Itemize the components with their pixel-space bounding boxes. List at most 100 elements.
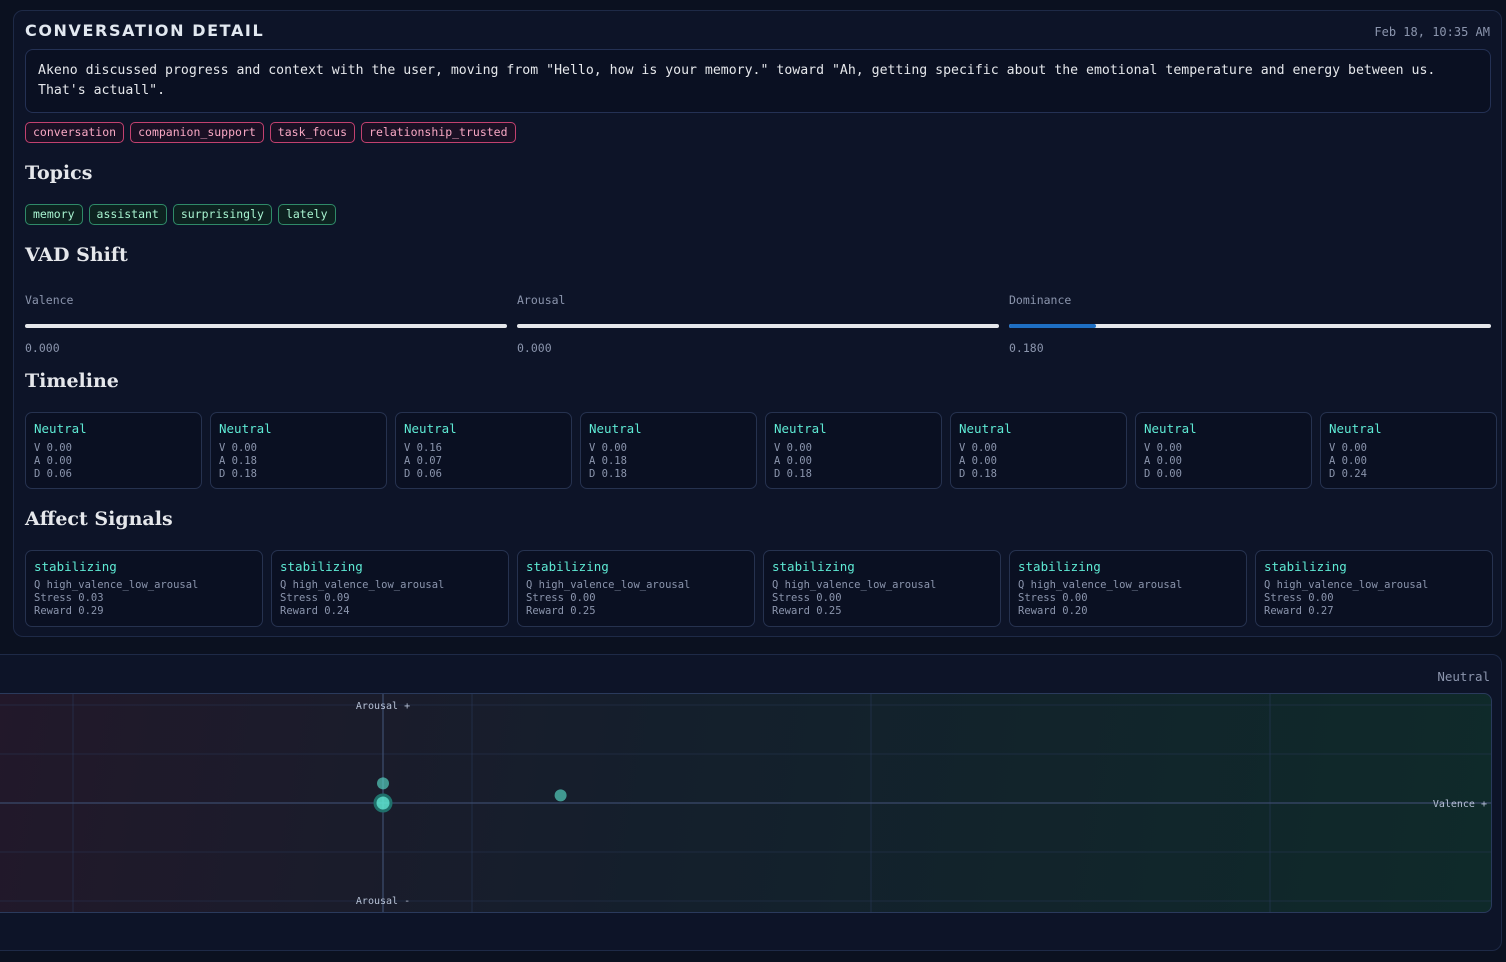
map-status-label: Neutral [1437,669,1490,684]
timeline-card-arousal: A 0.18 [219,455,257,467]
affect-card-stress: Stress 0.00 [526,592,596,604]
affect-card-quadrant: Q high_valence_low_arousal [1018,579,1183,591]
affect-card[interactable]: stabilizing Q high_valence_low_arousal S… [271,550,509,627]
affect-card[interactable]: stabilizing Q high_valence_low_arousal S… [1255,550,1493,627]
affect-card-quadrant: Q high_valence_low_arousal [1264,579,1429,591]
timeline-card-dominance: D 0.18 [589,468,627,480]
timeline-card-valence: V 0.00 [34,442,72,454]
timeline-card[interactable]: Neutral V 0.00 A 0.18 D 0.18 [210,412,387,489]
vad-dominance-label: Dominance [1009,293,1072,307]
timeline-card-valence: V 0.00 [959,442,997,454]
topic-assistant[interactable]: assistant [88,204,167,225]
affect-card-reward: Reward 0.25 [772,605,842,617]
affect-card-stress: Stress 0.09 [280,592,350,604]
topic-lately[interactable]: lately [277,204,336,225]
timeline-card[interactable]: Neutral V 0.00 A 0.00 D 0.18 [765,412,942,489]
timeline-card-dominance: D 0.18 [959,468,997,480]
vad-valence-value: 0.000 [25,341,60,355]
valence-arousal-svg: Arousal + Arousal - Valence + [0,694,1491,912]
affect-card-reward: Reward 0.24 [280,605,350,617]
affect-card[interactable]: stabilizing Q high_valence_low_arousal S… [517,550,755,627]
timeline-card-arousal: A 0.18 [589,455,627,467]
topic-surprisingly[interactable]: surprisingly [172,204,272,225]
timeline-card-dominance: D 0.24 [1329,468,1367,480]
timeline-card-dominance: D 0.00 [1144,468,1182,480]
affect-card-label: stabilizing [1018,559,1101,574]
timeline-card-valence: V 0.00 [1329,442,1367,454]
tag-task-focus[interactable]: task_focus [269,122,356,143]
affect-card-label: stabilizing [772,559,855,574]
affect-card-reward: Reward 0.20 [1018,605,1088,617]
timeline-card-arousal: A 0.00 [34,455,72,467]
affect-signals-list: stabilizing Q high_valence_low_arousal S… [25,550,1493,627]
plot-points [373,777,567,813]
vad-dominance-value: 0.180 [1009,341,1044,355]
timeline-card[interactable]: Neutral V 0.00 A 0.00 D 0.00 [1135,412,1312,489]
state-point[interactable] [554,789,567,802]
timeline-card-arousal: A 0.07 [404,455,442,467]
timeline-card-label: Neutral [959,421,1012,436]
topic-memory[interactable]: memory [25,204,83,225]
affect-card-label: stabilizing [34,559,117,574]
affect-card-quadrant: Q high_valence_low_arousal [34,579,199,591]
valence-plus-label: Valence + [1433,799,1487,810]
affect-card-quadrant: Q high_valence_low_arousal [772,579,937,591]
affect-card[interactable]: stabilizing Q high_valence_low_arousal S… [25,550,263,627]
affect-card-label: stabilizing [526,559,609,574]
affect-card-label: stabilizing [280,559,363,574]
affect-card-stress: Stress 0.00 [1264,592,1334,604]
affect-card-stress: Stress 0.00 [772,592,842,604]
timeline-card-valence: V 0.00 [774,442,812,454]
vad-valence: Valence 0.000 [25,293,507,355]
affect-card-reward: Reward 0.29 [34,605,104,617]
current-state-point[interactable] [373,793,393,813]
tag-relationship-trusted[interactable]: relationship_trusted [361,122,516,143]
timeline-card[interactable]: Neutral V 0.00 A 0.00 D 0.18 [950,412,1127,489]
timeline-card[interactable]: Neutral V 0.00 A 0.00 D 0.24 [1320,412,1497,489]
timeline-card-dominance: D 0.06 [34,468,72,480]
panel-title: CONVERSATION DETAIL [25,21,265,40]
timeline-card-arousal: A 0.00 [1329,455,1367,467]
timeline-card-label: Neutral [774,421,827,436]
timeline-card-valence: V 0.00 [219,442,257,454]
topic-tags: memory assistant surprisingly lately [25,204,336,225]
timeline-card[interactable]: Neutral V 0.00 A 0.18 D 0.18 [580,412,757,489]
affect-signals-heading: Affect Signals [25,508,173,530]
topics-heading: Topics [25,162,93,184]
timeline-card-label: Neutral [404,421,457,436]
timeline-card-arousal: A 0.00 [959,455,997,467]
arousal-minus-label: Arousal - [356,896,410,907]
valence-arousal-plot[interactable]: Arousal + Arousal - Valence + [0,693,1492,913]
affect-card[interactable]: stabilizing Q high_valence_low_arousal S… [1009,550,1247,627]
tag-conversation[interactable]: conversation [25,122,125,143]
timeline-heading: Timeline [25,370,119,392]
vad-arousal-label: Arousal [517,293,566,307]
affect-map-panel: Neutral Arousal + Arousal - Valence + [0,654,1502,951]
timeline-list: Neutral V 0.00 A 0.00 D 0.06 Neutral V 0… [25,412,1497,489]
affect-card-stress: Stress 0.03 [34,592,104,604]
state-point[interactable] [377,777,389,790]
timeline-card-label: Neutral [589,421,642,436]
vad-dominance: Dominance 0.180 [1009,293,1491,355]
affect-card-reward: Reward 0.27 [1264,605,1334,617]
timeline-card-valence: V 0.16 [404,442,442,454]
affect-card-label: stabilizing [1264,559,1347,574]
timeline-card[interactable]: Neutral V 0.16 A 0.07 D 0.06 [395,412,572,489]
conversation-summary: Akeno discussed progress and context wit… [25,49,1491,113]
tag-companion-support[interactable]: companion_support [130,122,264,143]
timeline-card-dominance: D 0.18 [774,468,812,480]
arousal-plus-label: Arousal + [356,701,410,712]
timeline-card-dominance: D 0.06 [404,468,442,480]
affect-card-quadrant: Q high_valence_low_arousal [526,579,691,591]
timeline-card-label: Neutral [219,421,272,436]
timeline-card-label: Neutral [34,421,87,436]
timeline-card[interactable]: Neutral V 0.00 A 0.00 D 0.06 [25,412,202,489]
vad-arousal-track [517,324,999,328]
conversation-timestamp: Feb 18, 10:35 AM [1374,25,1490,39]
timeline-card-arousal: A 0.00 [774,455,812,467]
affect-card[interactable]: stabilizing Q high_valence_low_arousal S… [763,550,1001,627]
timeline-card-valence: V 0.00 [1144,442,1182,454]
vad-valence-track [25,324,507,328]
conversation-detail-panel: CONVERSATION DETAIL Feb 18, 10:35 AM Ake… [13,10,1502,637]
vad-dominance-fill [1009,324,1096,328]
